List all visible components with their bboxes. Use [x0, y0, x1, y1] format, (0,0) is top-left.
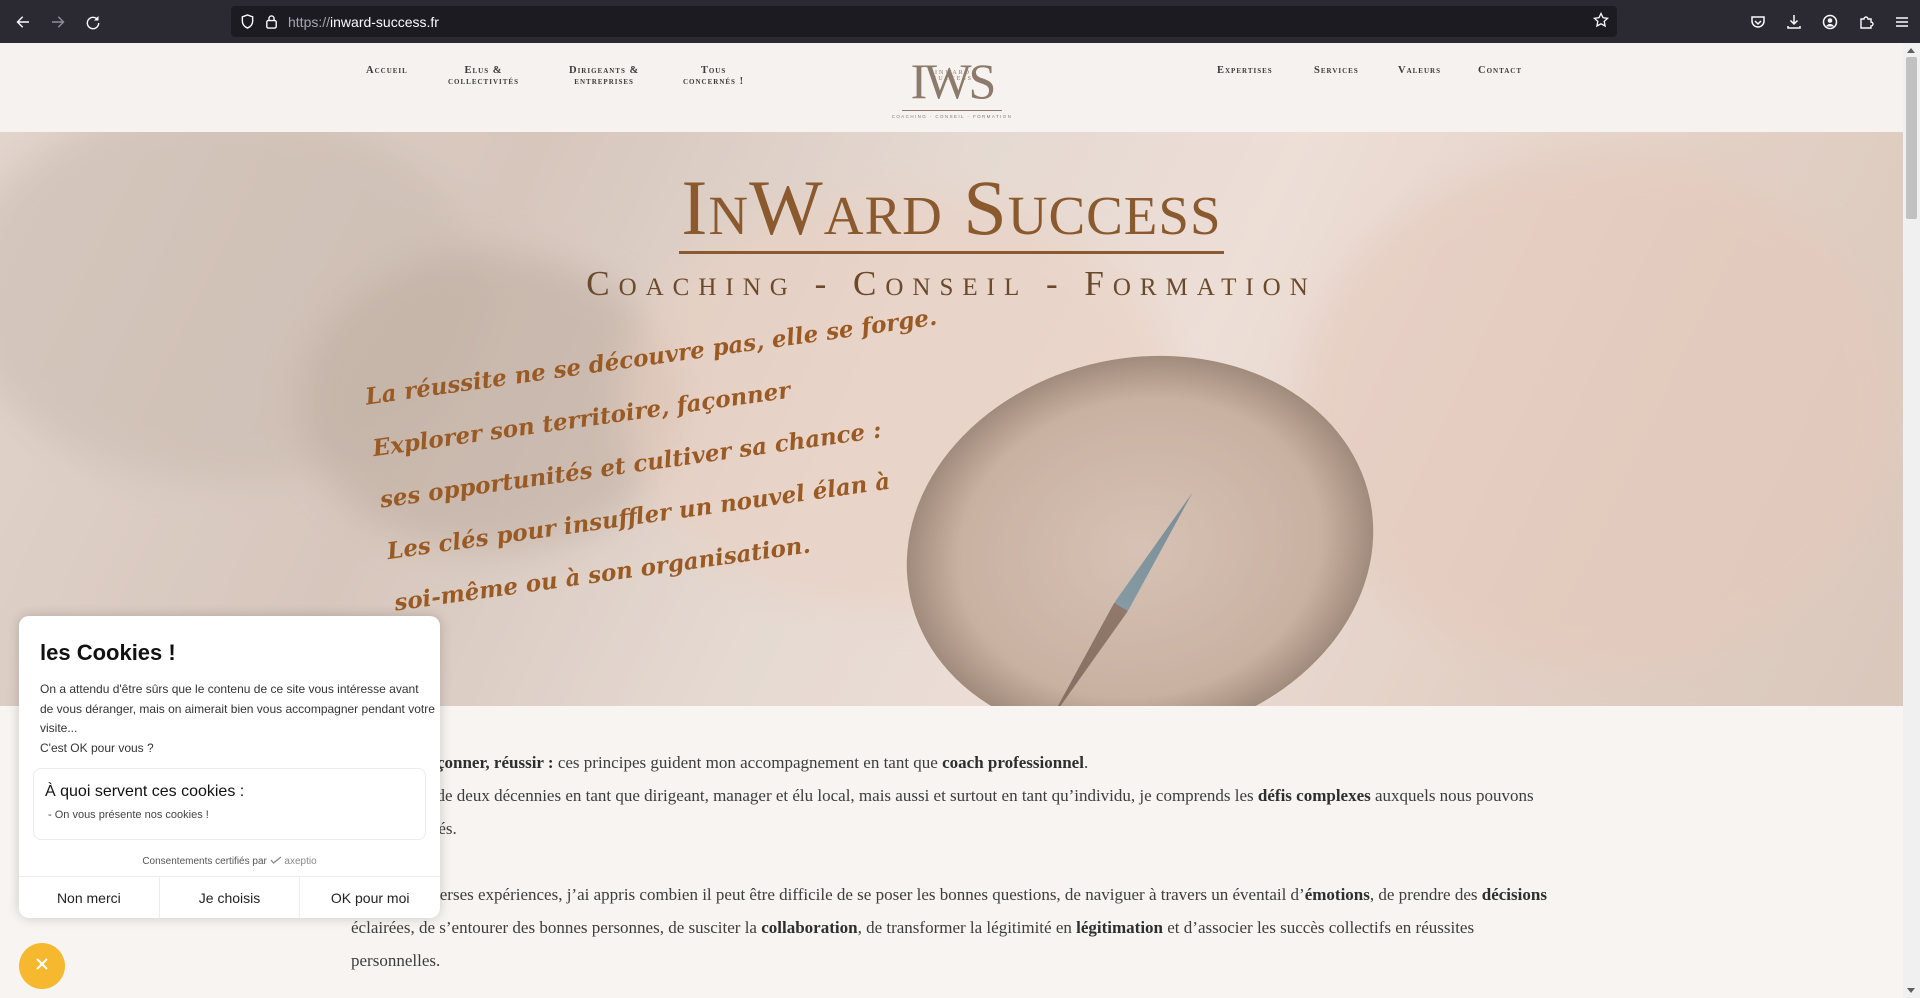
lock-icon[interactable]	[265, 14, 278, 29]
nav-accueil[interactable]: Accueil	[366, 65, 408, 76]
close-icon	[34, 956, 50, 977]
nav-label-line2: collectivités	[448, 76, 519, 87]
url-text: https://inward-success.fr	[288, 14, 439, 30]
cookie-title: les Cookies !	[40, 640, 176, 665]
cookie-cert-brand: axeptio	[284, 856, 317, 867]
cookie-info-item: - On vous présente nos cookies !	[48, 809, 209, 821]
nav-label: Elus &	[464, 65, 503, 76]
pocket-icon[interactable]	[1740, 14, 1776, 30]
nav-label-line2: entreprises	[574, 76, 634, 87]
intro-paragraph-1: Explorer, façonner, réussir : ces princi…	[351, 746, 1551, 845]
site-logo[interactable]: IWS INWARD SUCCESS COACHING · CONSEIL · …	[884, 52, 1020, 124]
back-icon[interactable]	[11, 10, 35, 34]
extensions-icon[interactable]	[1848, 14, 1884, 30]
hero-title-text: InWard Success	[679, 164, 1224, 254]
nav-label: Valeurs	[1398, 65, 1441, 76]
nav-services[interactable]: Services	[1314, 65, 1359, 76]
text: .	[1083, 753, 1089, 772]
bold-text: légitimation	[1076, 918, 1164, 937]
address-bar[interactable]: https://inward-success.fr	[231, 6, 1617, 37]
menu-icon[interactable]	[1884, 14, 1920, 30]
bold-text: décisions	[1481, 885, 1547, 904]
bold-text: émotions	[1304, 885, 1370, 904]
nav-label: Dirigeants &	[569, 65, 640, 76]
logo-tagline: COACHING · CONSEIL · FORMATION	[891, 114, 1013, 119]
page-scrollbar[interactable]	[1903, 43, 1920, 998]
nav-expertises[interactable]: Expertises	[1217, 65, 1273, 76]
text: , de prendre des	[1369, 885, 1482, 904]
nav-contact[interactable]: Contact	[1478, 65, 1522, 76]
reload-icon[interactable]	[81, 10, 105, 34]
bookmark-star-icon[interactable]	[1593, 12, 1609, 28]
scroll-up-arrow[interactable]	[1907, 48, 1915, 53]
nav-valeurs[interactable]: Valeurs	[1398, 65, 1441, 76]
scroll-down-arrow[interactable]	[1907, 988, 1915, 993]
site-header: Accueil Elus & collectivités Dirigeants …	[0, 43, 1903, 132]
cookie-question: C'est OK pour vous ?	[40, 740, 154, 755]
intro-content: Explorer, façonner, réussir : ces princi…	[351, 746, 1551, 998]
cookie-info-box[interactable]: À quoi servent ces cookies : - On vous p…	[33, 768, 426, 840]
url-prefix: https://	[288, 13, 331, 30]
cookie-decline-button[interactable]: Non merci	[19, 877, 160, 918]
nav-dirigeants-entreprises[interactable]: Dirigeants & entreprises	[569, 65, 639, 87]
text: À travers diverses expériences, j’ai app…	[351, 885, 1305, 904]
nav-label: Contact	[1478, 65, 1523, 76]
download-icon[interactable]	[1776, 14, 1812, 30]
logo-name: INWARD SUCCESS	[932, 70, 973, 82]
hero-subtitle: Coaching - Conseil - Formation	[586, 264, 1317, 303]
shield-icon[interactable]	[240, 14, 255, 29]
nav-label: Accueil	[366, 65, 408, 76]
hero-title: InWard Success	[0, 162, 1903, 254]
text: , de transformer la légitimité en	[857, 918, 1077, 937]
text: Fort de plus de deux décennies en tant q…	[351, 786, 1258, 805]
cookie-close-button[interactable]	[19, 943, 65, 989]
bold-text: défis complexes	[1257, 786, 1371, 805]
cookie-certification: Consentements certifiés par axeptio	[19, 856, 440, 867]
bold-text: coach professionnel	[942, 753, 1084, 772]
nav-label: Expertises	[1217, 65, 1273, 76]
cookie-customize-button[interactable]: Je choisis	[160, 877, 301, 918]
cookie-buttons: Non merci Je choisis OK pour moi	[19, 876, 440, 918]
cookie-accept-button[interactable]: OK pour moi	[300, 877, 440, 918]
cookie-consent-dialog: les Cookies ! On a attendu d'être sûrs q…	[19, 616, 440, 918]
logo-divider	[902, 110, 1002, 111]
scroll-thumb[interactable]	[1906, 57, 1917, 219]
account-icon[interactable]	[1812, 14, 1848, 30]
nav-label-line2: concernés !	[683, 76, 745, 87]
url-domain: inward-success.fr	[330, 13, 439, 30]
browser-toolbar: https://inward-success.fr	[0, 0, 1920, 43]
bold-text: collaboration	[761, 918, 858, 937]
cookie-description: On a attendu d'être sûrs que le contenu …	[40, 682, 435, 735]
intro-paragraph-2: À travers diverses expériences, j’ai app…	[351, 878, 1551, 977]
nav-elus-collectivites[interactable]: Elus & collectivités	[448, 65, 519, 87]
cookie-cert-text: Consentements certifiés par	[142, 856, 267, 867]
cookie-text: On a attendu d'être sûrs que le contenu …	[40, 680, 435, 758]
text: ces principes guident mon accompagnement…	[553, 753, 943, 772]
forward-icon[interactable]	[46, 10, 70, 34]
nav-label: Services	[1314, 65, 1359, 76]
cookie-info-title: À quoi servent ces cookies :	[45, 783, 245, 800]
toolbar-right	[1740, 0, 1920, 43]
axeptio-logo-icon	[270, 856, 285, 867]
nav-label: Tous	[700, 65, 727, 76]
text: éclairées, de s’entourer des bonnes pers…	[351, 918, 762, 937]
nav-tous-concernes[interactable]: Tous concernés !	[683, 65, 744, 87]
